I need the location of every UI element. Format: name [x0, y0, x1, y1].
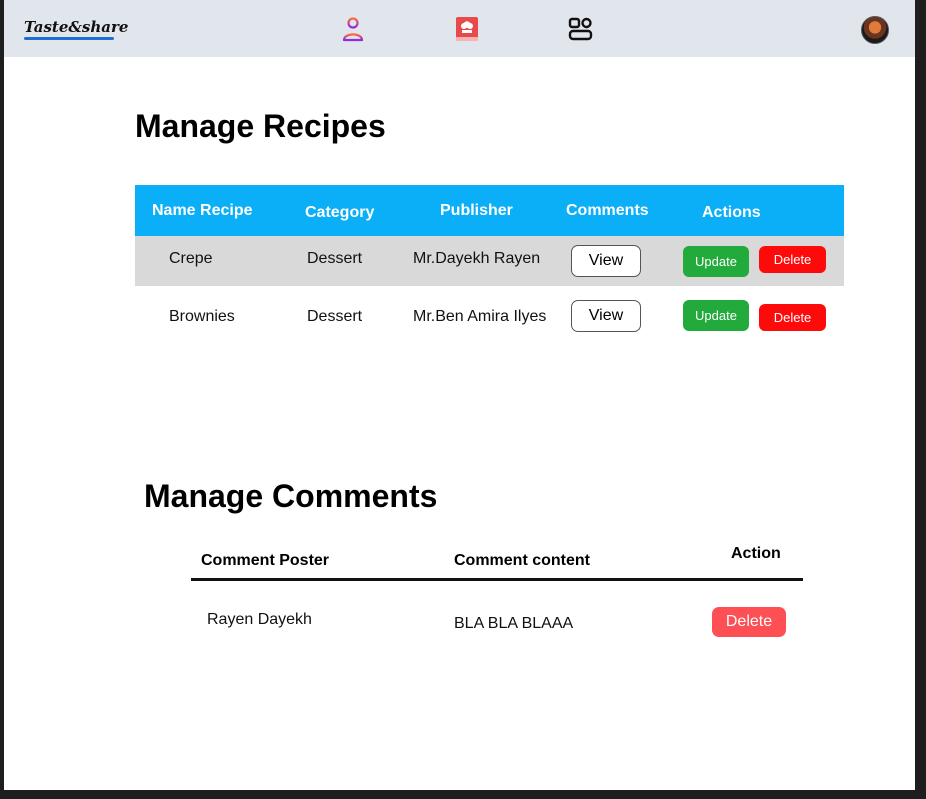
col-comments: Comments	[566, 202, 649, 219]
update-button[interactable]: Update	[683, 300, 749, 331]
comment-poster: Rayen Dayekh	[207, 611, 312, 628]
dashboard-icon[interactable]	[568, 16, 594, 42]
recipe-name: Brownies	[169, 308, 235, 325]
page-frame: Taste&share Manage Recipes Name Recipe C…	[4, 0, 915, 790]
col-comment-content: Comment content	[454, 552, 590, 569]
update-button[interactable]: Update	[683, 246, 749, 277]
comments-title: Manage Comments	[144, 478, 438, 514]
view-comments-button[interactable]: View	[571, 300, 641, 332]
recipe-publisher: Mr.Ben Amira Ilyes	[413, 308, 547, 325]
col-comment-poster: Comment Poster	[201, 552, 330, 569]
user-icon[interactable]	[340, 16, 366, 42]
recipe-name: Crepe	[169, 250, 213, 267]
delete-comment-button[interactable]: Delete	[712, 607, 786, 637]
recipe-category: Dessert	[307, 250, 363, 267]
brand-logo[interactable]: Taste&share	[24, 18, 128, 36]
delete-button[interactable]: Delete	[759, 246, 826, 273]
delete-button[interactable]: Delete	[759, 304, 826, 331]
col-category: Category	[305, 204, 375, 221]
recipe-publisher: Mr.Dayekh Rayen	[413, 250, 541, 267]
col-name-recipe: Name Recipe	[152, 202, 253, 219]
recipes-table: Name Recipe Category Publisher Comments …	[135, 185, 844, 338]
top-navbar: Taste&share	[4, 0, 915, 57]
recipes-table-header: Name Recipe Category Publisher Comments …	[135, 185, 844, 236]
view-comments-button[interactable]: View	[571, 245, 641, 277]
recipe-book-icon[interactable]	[454, 16, 480, 42]
col-actions: Actions	[702, 204, 761, 221]
header-divider	[191, 578, 803, 581]
brand-underline	[24, 37, 114, 40]
recipe-category: Dessert	[307, 308, 363, 325]
table-row: Crepe Dessert Mr.Dayekh Rayen View Updat…	[135, 236, 844, 286]
recipes-title: Manage Recipes	[135, 108, 386, 144]
user-avatar[interactable]	[861, 16, 889, 44]
col-publisher: Publisher	[440, 202, 513, 219]
comment-content: BLA BLA BLAAA	[454, 615, 574, 632]
table-row: Brownies Dessert Mr.Ben Amira Ilyes View…	[135, 286, 844, 338]
col-action: Action	[731, 545, 781, 562]
